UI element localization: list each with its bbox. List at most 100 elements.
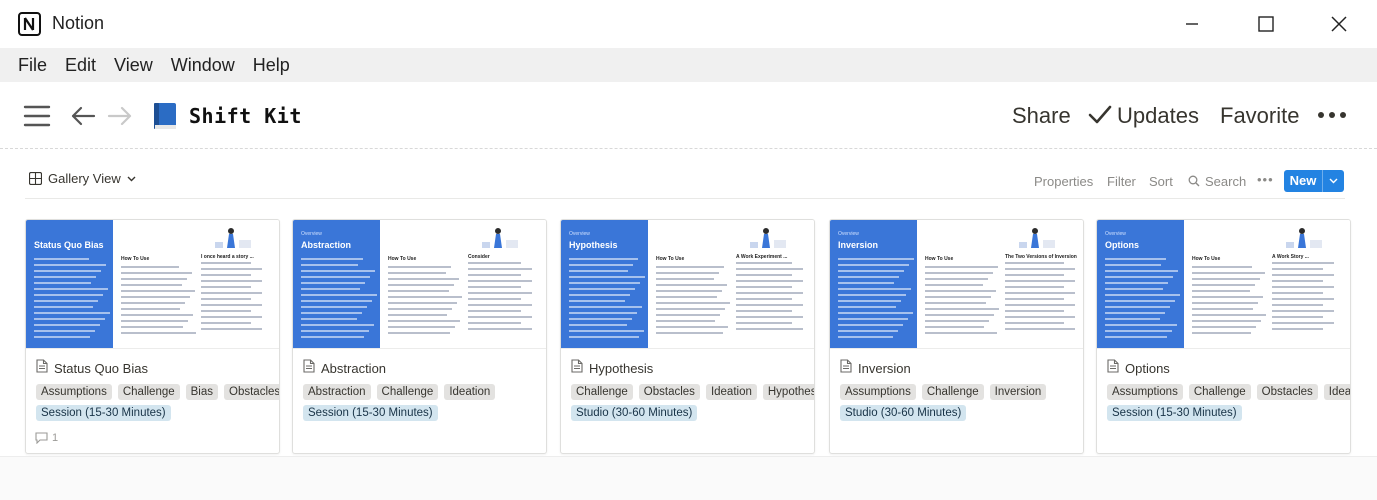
cover-text-line [925, 320, 989, 322]
menu-file[interactable]: File [9, 48, 56, 82]
divider [25, 198, 1345, 199]
gallery-card[interactable]: Status Quo Bias How To Use I once heard … [25, 219, 280, 454]
cover-text-line [201, 262, 251, 264]
sort-button[interactable]: Sort [1149, 174, 1173, 189]
cover-text-line [1192, 278, 1260, 280]
new-button[interactable]: New [1284, 170, 1344, 192]
cover-text-line [301, 336, 364, 338]
cover-text-line [468, 286, 521, 288]
cover-blue-panel: Overview Hypothesis [561, 220, 648, 348]
session-badge: Studio (30-60 Minutes) [571, 405, 698, 421]
share-button[interactable]: Share [1012, 103, 1071, 129]
cover-text-line [925, 266, 998, 268]
search-button[interactable]: Search [1205, 174, 1246, 189]
cover-text-line [34, 318, 105, 320]
cover-text-line [468, 304, 532, 306]
properties-button[interactable]: Properties [1034, 174, 1093, 189]
new-dropdown-icon[interactable] [1322, 170, 1344, 192]
filter-button[interactable]: Filter [1107, 174, 1136, 189]
cover-text-line [388, 266, 451, 268]
card-title-row[interactable]: Status Quo Bias [36, 359, 148, 378]
cover-text-line [569, 288, 635, 290]
cover-text-line [301, 288, 360, 290]
favorite-button[interactable]: Favorite [1220, 103, 1299, 129]
cover-text-line [569, 312, 637, 314]
cover-heading: The Two Versions of Inversion [1005, 254, 1077, 260]
cover-text-line [736, 328, 803, 330]
cover-text-line [201, 328, 262, 330]
close-button[interactable] [1319, 8, 1359, 40]
card-title-row[interactable]: Options [1107, 359, 1170, 378]
comments-indicator[interactable]: 1 [35, 432, 58, 444]
maximize-button[interactable] [1246, 8, 1286, 40]
cover-heading: How To Use [656, 256, 685, 262]
hamburger-menu-icon[interactable] [22, 101, 52, 131]
card-title: Options [1125, 361, 1170, 376]
cover-text-line [121, 266, 179, 268]
menu-window[interactable]: Window [162, 48, 244, 82]
cover-text-line [925, 314, 994, 316]
cover-text-line [1272, 292, 1323, 294]
cover-text-line [1105, 270, 1178, 272]
cover-text-line [1005, 310, 1064, 312]
cover-text-line [1005, 304, 1075, 306]
menu-bar: File Edit View Window Help [0, 48, 1377, 82]
cover-text-line [1005, 268, 1075, 270]
comment-icon [35, 432, 48, 444]
cover-text-line [468, 298, 521, 300]
cover-text-line [201, 304, 262, 306]
page-title[interactable]: Shift Kit [189, 104, 302, 128]
updates-button[interactable]: Updates [1117, 103, 1199, 129]
cover-text-line [1105, 294, 1180, 296]
cover-text-line [569, 294, 630, 296]
cover-text-line [1272, 298, 1334, 300]
menu-view[interactable]: View [105, 48, 162, 82]
cover-text-line [569, 258, 638, 260]
cover-text-line [838, 270, 904, 272]
cover-text-line [388, 332, 450, 334]
cover-title: Inversion [838, 240, 879, 250]
tag: Hypothesis [762, 384, 814, 400]
illustration-icon [750, 228, 786, 248]
search-icon[interactable] [1188, 175, 1200, 187]
cover-text-line [569, 318, 632, 320]
gallery-card[interactable]: Overview Hypothesis How To Use A Work Ex… [560, 219, 815, 454]
cover-text-line [301, 324, 374, 326]
cover-text-line [201, 292, 262, 294]
card-title-row[interactable]: Abstraction [303, 359, 386, 378]
notion-logo-icon [18, 12, 41, 36]
more-dots-icon[interactable] [1316, 104, 1348, 126]
menu-help[interactable]: Help [244, 48, 299, 82]
cover-text-line [656, 290, 722, 292]
cover-text-line [925, 284, 983, 286]
page-doc-icon [571, 359, 583, 378]
cover-text-line [121, 278, 187, 280]
minimize-button[interactable] [1172, 8, 1212, 40]
cover-text-line [838, 264, 909, 266]
cover-text-line [1272, 268, 1323, 270]
menu-edit[interactable]: Edit [56, 48, 105, 82]
view-more-icon[interactable]: ••• [1257, 172, 1274, 187]
tag: Challenge [571, 384, 633, 400]
tag: Challenge [117, 384, 180, 400]
arrow-right-icon[interactable] [105, 101, 135, 131]
card-title: Inversion [858, 361, 911, 376]
view-selector[interactable]: Gallery View [29, 171, 136, 186]
cover-heading: Consider [468, 254, 490, 260]
arrow-left-icon[interactable] [68, 101, 98, 131]
gallery-card[interactable]: Overview Options How To Use A Work Story… [1096, 219, 1351, 454]
gallery-card[interactable]: Overview Inversion How To Use The Two Ve… [829, 219, 1084, 454]
tag: Bias [185, 384, 219, 400]
gallery-card[interactable]: Overview Abstraction How To Use Consider [292, 219, 547, 454]
card-title-row[interactable]: Inversion [840, 359, 911, 378]
cover-text-line [468, 328, 532, 330]
cover-text-line [1272, 304, 1323, 306]
cover-title: Options [1105, 240, 1139, 250]
cover-text-line [121, 272, 192, 274]
cover-text-line [656, 278, 714, 280]
cover-text-line [656, 308, 725, 310]
card-title: Status Quo Bias [54, 361, 148, 376]
card-title-row[interactable]: Hypothesis [571, 359, 653, 378]
cover-text-line [388, 284, 454, 286]
cover-text-line [925, 290, 996, 292]
